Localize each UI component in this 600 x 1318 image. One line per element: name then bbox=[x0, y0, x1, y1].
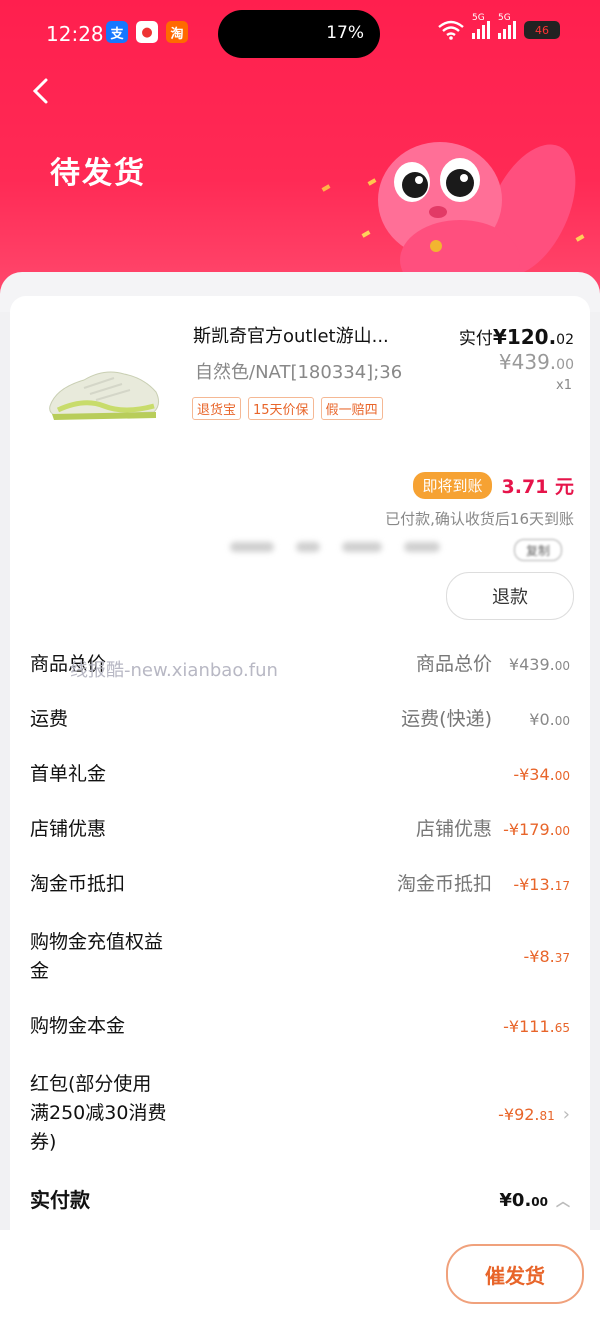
fee-value-cents: 37 bbox=[554, 951, 570, 965]
tag-price-protection: 15天价保 bbox=[248, 397, 314, 420]
fee-label: 红包(部分使用满250减30消费券) bbox=[30, 1073, 167, 1153]
fee-value: ¥439.00 bbox=[509, 650, 570, 681]
fee-value-main: ¥0. bbox=[529, 710, 555, 729]
blurred-text bbox=[404, 542, 440, 552]
page-title: 待发货 bbox=[50, 156, 146, 191]
status-bar: 12:28 支 ● 淘 17% 5G 5G 46 bbox=[0, 0, 600, 66]
fee-value-main: -¥13. bbox=[513, 875, 555, 894]
network-label-1: 5G bbox=[472, 13, 485, 23]
copy-order-button[interactable]: 复制 bbox=[514, 539, 562, 561]
fee-value-cents: 81 bbox=[539, 1109, 555, 1123]
fee-value-cents: 00 bbox=[554, 769, 570, 783]
order-number-blurred bbox=[230, 542, 440, 552]
total-label: 实付款 bbox=[30, 1188, 90, 1212]
fee-label: 购物金本金 bbox=[30, 1015, 126, 1037]
confetti-decoration bbox=[321, 184, 331, 192]
fee-sub: 运费(快递) bbox=[401, 708, 492, 730]
product-sku: 自然色/NAT[180334];36 bbox=[195, 362, 403, 383]
mascot-app-icon: ● bbox=[136, 21, 158, 43]
fee-label: 店铺优惠 bbox=[30, 818, 107, 840]
fee-value-main: -¥34. bbox=[513, 765, 555, 784]
fee-label: 购物金充值权益金 bbox=[30, 931, 164, 982]
blurred-text bbox=[296, 542, 320, 552]
fee-value: -¥111.65 bbox=[503, 1012, 570, 1043]
refund-button[interactable]: 退款 bbox=[446, 572, 574, 620]
fee-value: -¥8.37 bbox=[524, 942, 571, 973]
fee-value: -¥92.81 › bbox=[498, 1100, 570, 1131]
settlement-row: 即将到账 3.71 元 bbox=[413, 472, 574, 499]
fee-value-cents: 00 bbox=[554, 714, 570, 728]
fee-value-main: -¥179. bbox=[503, 820, 555, 839]
service-tags: 退货宝 15天价保 假一赔四 bbox=[192, 397, 383, 420]
fee-value-cents: 17 bbox=[554, 879, 570, 893]
wifi-icon bbox=[438, 20, 464, 40]
fee-label: 运费 bbox=[30, 708, 69, 730]
chevron-up-icon: ︿ bbox=[556, 1194, 570, 1210]
fee-row-shipping: 运费 运费(快递) ¥0.00 bbox=[30, 705, 570, 735]
original-price: ¥439.00 bbox=[499, 350, 574, 374]
fee-value-cents: 00 bbox=[554, 824, 570, 838]
fee-value: -¥179.00 bbox=[503, 815, 570, 846]
total-row[interactable]: 实付款 ¥0.00 ︿ bbox=[30, 1186, 570, 1216]
fee-value-main: -¥92. bbox=[498, 1105, 540, 1124]
original-cents: 00 bbox=[556, 357, 574, 373]
system-indicators: 5G 5G 46 bbox=[438, 13, 560, 40]
network-label-2: 5G bbox=[498, 13, 511, 23]
paid-price: 实付¥120.02 bbox=[459, 324, 574, 349]
total-value-main: ¥0. bbox=[499, 1190, 532, 1211]
blurred-text bbox=[230, 542, 274, 552]
original-main: ¥439. bbox=[498, 350, 557, 374]
fee-value-cents: 00 bbox=[554, 659, 570, 673]
fee-value: -¥34.00 bbox=[513, 760, 570, 791]
paid-label: 实付 bbox=[458, 329, 493, 349]
quantity: x1 bbox=[556, 378, 572, 393]
back-arrow-icon[interactable] bbox=[26, 76, 56, 106]
header-banner: 12:28 支 ● 淘 17% 5G 5G 46 待发货 bbox=[0, 0, 600, 300]
fee-row-red-packet[interactable]: 红包(部分使用满250减30消费券) -¥92.81 › bbox=[30, 1070, 570, 1160]
signal-1-icon: 5G bbox=[472, 13, 490, 39]
fee-label: 首单礼金 bbox=[30, 763, 107, 785]
fee-value-main: -¥111. bbox=[503, 1017, 555, 1036]
mascot-illustration bbox=[378, 142, 576, 290]
order-card: 斯凯奇官方outlet游山... 自然色/NAT[180334];36 退货宝 … bbox=[10, 296, 590, 1231]
product-image[interactable] bbox=[44, 348, 164, 428]
fee-row-first-order-gift: 首单礼金 -¥34.00 bbox=[30, 760, 570, 790]
product-title[interactable]: 斯凯奇官方outlet游山... bbox=[193, 322, 389, 348]
fee-sub: 商品总价 bbox=[415, 653, 492, 675]
signal-2-icon: 5G bbox=[498, 13, 516, 39]
taobao-icon: 淘 bbox=[166, 21, 188, 43]
fee-sub: 店铺优惠 bbox=[415, 818, 492, 840]
fee-sub: 淘金币抵扣 bbox=[396, 873, 492, 895]
battery-percent: 17% bbox=[326, 23, 364, 43]
urge-shipping-button[interactable]: 催发货 bbox=[446, 1244, 584, 1304]
alipay-icon: 支 bbox=[106, 21, 128, 43]
fee-row-shopping-gold-bonus: 购物金充值权益金 -¥8.37 bbox=[30, 928, 570, 988]
fee-row-coin-deduction: 淘金币抵扣 淘金币抵扣 -¥13.17 bbox=[30, 870, 570, 900]
fee-value-main: ¥439. bbox=[508, 655, 555, 674]
settlement-badge: 即将到账 bbox=[413, 472, 492, 499]
notification-icons: 支 ● 淘 bbox=[106, 21, 188, 43]
fee-value-main: -¥8. bbox=[523, 947, 555, 966]
watermark: 线报酷-new.xianbao.fun bbox=[70, 660, 278, 681]
fee-value: ¥0.00 bbox=[529, 705, 570, 736]
fee-value-cents: 65 bbox=[554, 1021, 570, 1035]
fee-row-shopping-gold-principal: 购物金本金 -¥111.65 bbox=[30, 1012, 570, 1042]
battery-icon: 46 bbox=[524, 21, 560, 39]
bottom-action-bar: 催发货 bbox=[0, 1230, 600, 1318]
fee-label: 淘金币抵扣 bbox=[30, 873, 126, 895]
fee-value: -¥13.17 bbox=[513, 870, 570, 901]
settlement-amount: 3.71 元 bbox=[501, 476, 575, 498]
status-time: 12:28 bbox=[46, 22, 104, 46]
chevron-right-icon: › bbox=[562, 1104, 570, 1125]
dynamic-island: 17% bbox=[218, 10, 380, 58]
total-value: ¥0.00 ︿ bbox=[499, 1186, 570, 1217]
blurred-text bbox=[342, 542, 382, 552]
fee-row-store-discount: 店铺优惠 店铺优惠 -¥179.00 bbox=[30, 815, 570, 845]
tag-authentic-guarantee: 假一赔四 bbox=[320, 397, 383, 420]
total-value-cents: 00 bbox=[531, 1195, 548, 1209]
paid-cents: 02 bbox=[556, 332, 574, 348]
paid-main: ¥120. bbox=[492, 325, 557, 349]
settlement-note: 已付款,确认收货后16天到账 bbox=[385, 510, 574, 528]
tag-return-insurance: 退货宝 bbox=[192, 397, 242, 420]
